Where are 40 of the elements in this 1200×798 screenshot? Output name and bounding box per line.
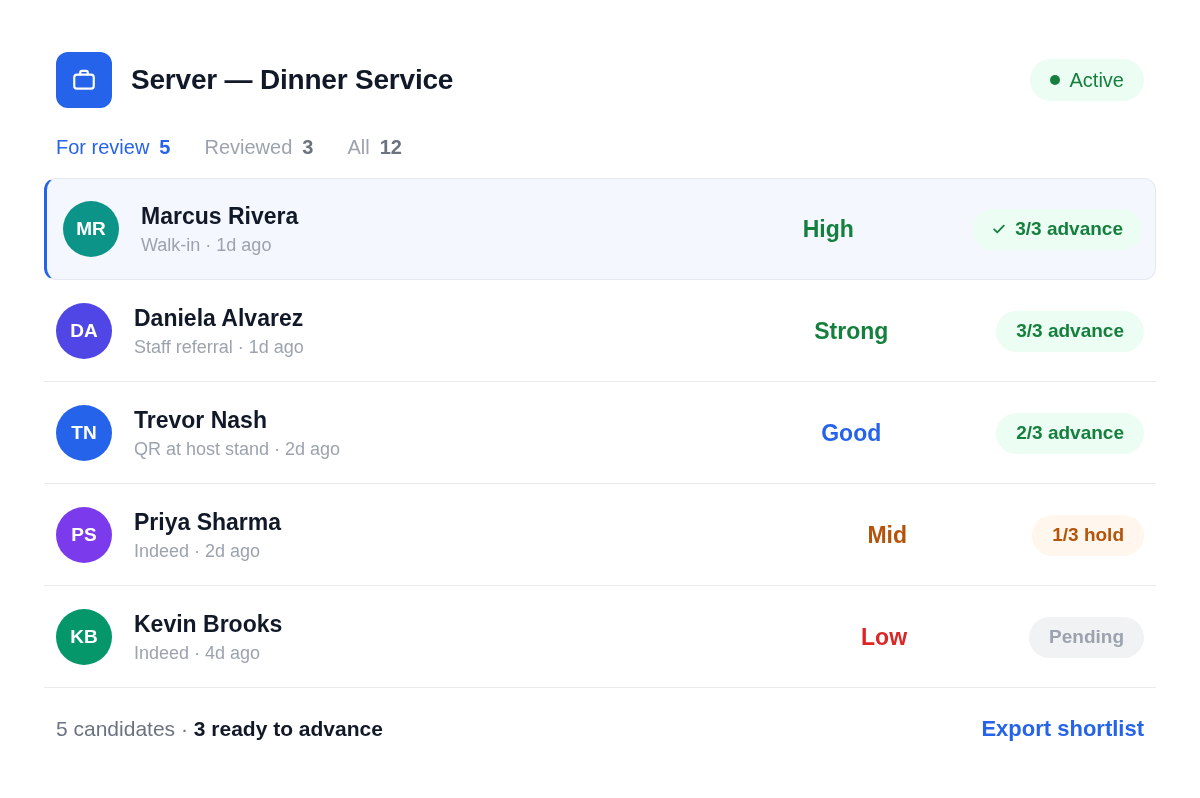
candidate-row[interactable]: TN Trevor Nash QR at host stand · 2d ago Good 2/3 advance bbox=[44, 382, 1156, 484]
tab[interactable]: For review 5 bbox=[56, 135, 171, 159]
candidate-source: Staff referral · 1d ago bbox=[134, 336, 304, 359]
candidate-row[interactable]: DA Daniela Alvarez Staff referral · 1d ago Strong 3/3 advance bbox=[44, 280, 1156, 382]
avatar: KB bbox=[56, 609, 112, 665]
verdict-label: 3/3 advance bbox=[1015, 218, 1123, 240]
tab[interactable]: All 12 bbox=[347, 135, 402, 159]
status-dot-icon bbox=[1049, 75, 1060, 85]
candidate-name: Marcus Rivera bbox=[141, 202, 299, 231]
avatar: TN bbox=[56, 405, 112, 461]
verdict-label: 3/3 advance bbox=[1016, 320, 1124, 342]
candidate-name: Daniela Alvarez bbox=[134, 304, 304, 333]
candidate-row[interactable]: KB Kevin Brooks Indeed · 4d ago Low Pending bbox=[44, 586, 1156, 688]
avatar: PS bbox=[56, 507, 112, 563]
briefcase-icon bbox=[56, 52, 112, 108]
rating-label: High bbox=[802, 215, 854, 243]
export-link[interactable]: Export shortlist bbox=[981, 716, 1144, 742]
candidate-row[interactable]: MR Marcus Rivera Walk-in · 1d ago High 3/3 advance bbox=[44, 178, 1156, 280]
candidate-source: Walk-in · 1d ago bbox=[141, 234, 272, 257]
summary-text: 5 candidates · 3 ready to advance bbox=[56, 716, 383, 742]
rating-label: Strong bbox=[814, 317, 889, 345]
rating-label: Good bbox=[821, 419, 882, 447]
avatar: MR bbox=[63, 201, 119, 257]
status-label: Active bbox=[1069, 68, 1124, 92]
avatar: DA bbox=[56, 303, 112, 359]
candidate-source: QR at host stand · 2d ago bbox=[134, 438, 341, 461]
verdict-label: 1/3 hold bbox=[1052, 524, 1124, 546]
tab[interactable]: Reviewed 3 bbox=[204, 135, 314, 159]
verdict-label: Pending bbox=[1049, 626, 1124, 648]
candidate-row[interactable]: PS Priya Sharma Indeed · 2d ago Mid 1/3 hold bbox=[44, 484, 1156, 586]
page-title: Server — Dinner Service bbox=[131, 64, 455, 96]
verdict-label: 2/3 advance bbox=[1016, 422, 1124, 444]
rating-label: Mid bbox=[867, 521, 907, 549]
rating-label: Low bbox=[861, 623, 908, 651]
candidate-name: Priya Sharma bbox=[134, 508, 282, 537]
candidate-name: Trevor Nash bbox=[134, 406, 267, 435]
candidate-source: Indeed · 4d ago bbox=[134, 642, 261, 665]
candidate-source: Indeed · 2d ago bbox=[134, 540, 261, 563]
check-icon bbox=[993, 224, 1006, 234]
candidate-name: Kevin Brooks bbox=[134, 610, 283, 639]
